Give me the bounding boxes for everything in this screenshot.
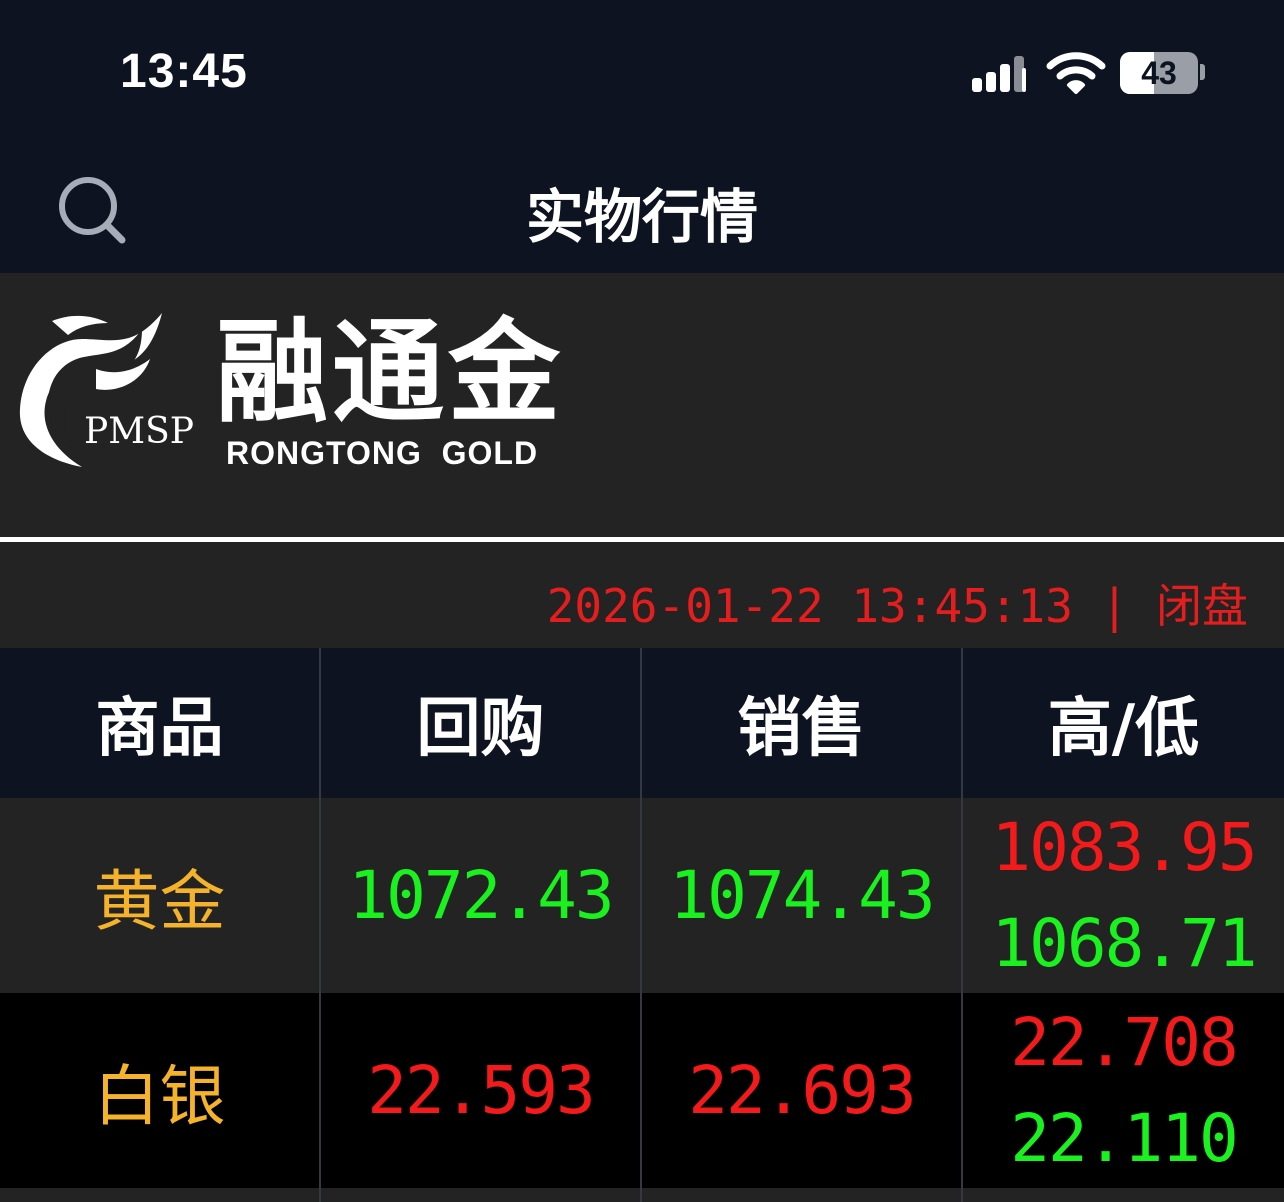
signal-icon [972,56,1032,92]
buyback-price: 1072.43 [348,857,614,934]
header-product: 商品 [0,648,321,798]
battery-nub [1200,64,1205,80]
table-row-partial [0,1188,1284,1202]
market-timestamp-status: 2026-01-22 13:45:13 | 闭盘 [546,579,1248,633]
high-price: 1083.95 [991,808,1257,886]
nav-bar: 实物行情 [0,140,1284,273]
table-row[interactable]: 黄金 1072.43 1074.43 1083.95 1068.71 [0,798,1284,993]
header-high-low: 高/低 [1047,692,1200,766]
page-title: 实物行情 [525,183,758,251]
timestamp-row: 2026-01-22 13:45:13 | 闭盘 [0,542,1284,648]
low-price: 22.110 [1010,1099,1238,1177]
partial-cell [0,1188,321,1202]
sell-price: 1074.43 [669,857,935,934]
partial-cell [321,1188,642,1202]
sell-price: 22.693 [688,1052,916,1129]
status-bar: 13:45 43 [0,0,1284,140]
price-table: 商品 回购 销售 高/低 黄金 1072.43 1074.43 1083.95 … [0,648,1284,1202]
product-name: 黄金 [93,862,226,940]
header-buyback: 回购 [321,648,642,798]
search-icon[interactable] [56,174,128,246]
table-header-row: 商品 回购 销售 高/低 [0,648,1284,798]
header-sell: 销售 [642,648,963,798]
partial-cell [963,1188,1284,1202]
buyback-price: 22.593 [367,1052,595,1129]
buyback-price-cell: 22.593 [321,993,642,1188]
sell-price-cell: 22.693 [642,993,963,1188]
buyback-price-cell: 1072.43 [321,798,642,993]
brand-banner: PMSP 融通金 RONGTONG GOLD [0,273,1284,537]
status-time: 13:45 [120,45,248,98]
high-low-cell: 1083.95 1068.71 [963,798,1284,993]
product-name: 白银 [93,1057,226,1135]
logo-english-name: RONGTONG GOLD [226,435,539,471]
logo-chinese-name: 融通金 [216,308,564,438]
high-low-cell: 22.708 22.110 [963,993,1284,1188]
partial-cell [642,1188,963,1202]
table-row[interactable]: 白银 22.593 22.693 22.708 22.110 [0,993,1284,1188]
product-name-cell: 黄金 [0,798,321,993]
logo-pmsp-text: PMSP [84,411,194,452]
battery-icon: 43 [1120,52,1198,94]
sell-price-cell: 1074.43 [642,798,963,993]
battery-level-text: 43 [1141,55,1177,91]
high-price: 22.708 [1010,1003,1238,1081]
product-name-cell: 白银 [0,993,321,1188]
low-price: 1068.71 [991,904,1257,982]
wifi-icon [1046,52,1106,94]
